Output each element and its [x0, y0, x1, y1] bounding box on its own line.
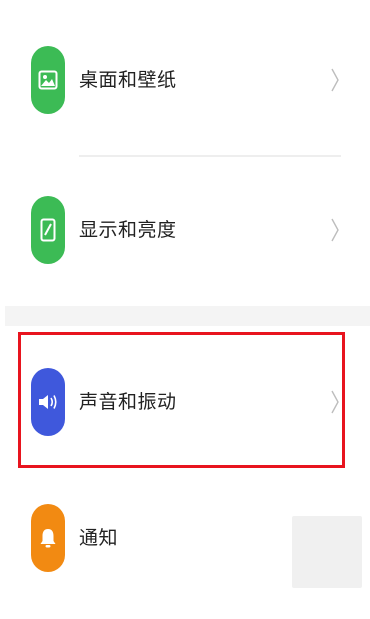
highlight-box [18, 332, 345, 468]
chevron-right-icon [330, 67, 340, 97]
bell-icon [31, 504, 65, 572]
settings-item-display[interactable]: 显示和亮度 [0, 171, 370, 291]
wallpaper-icon [31, 46, 65, 114]
settings-item-wallpaper[interactable]: 桌面和壁纸 [0, 21, 370, 141]
divider [79, 155, 341, 157]
settings-item-label: 通知 [79, 527, 119, 549]
chevron-right-icon [330, 217, 340, 247]
display-phone-icon [31, 196, 65, 264]
section-separator [5, 306, 370, 326]
blurred-overlay [292, 516, 362, 588]
settings-item-label: 桌面和壁纸 [79, 69, 177, 91]
settings-item-label: 显示和亮度 [79, 219, 177, 241]
